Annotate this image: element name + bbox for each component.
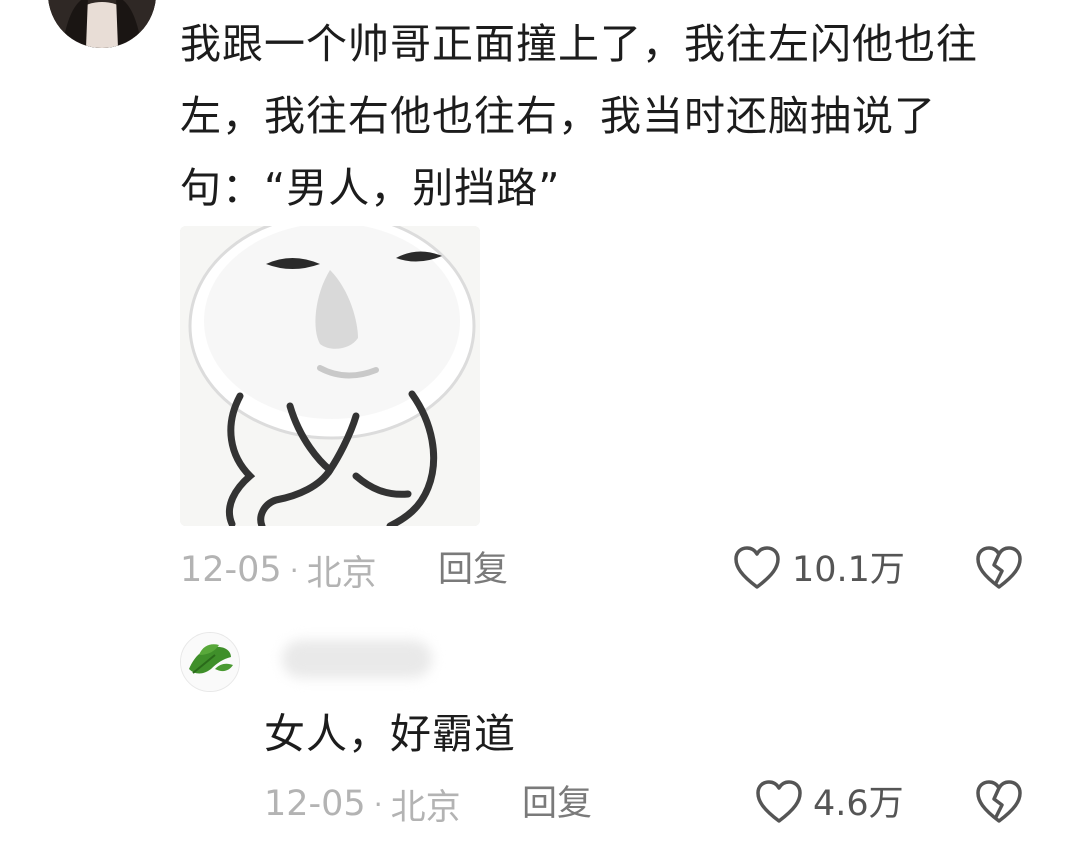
meta-separator: · [289,553,299,587]
comment-date: 12-05 [180,550,282,590]
comment-text: 我跟一个帅哥正面撞上了，我往左闪他也往左，我往右他也往右，我当时还脑抽说了句：“… [180,20,978,212]
commenter-avatar[interactable] [48,0,156,48]
reply-like-count: 4.6万 [813,784,904,824]
reply-text: 女人，好霸道 [264,710,516,758]
reply-button[interactable]: 回复 [438,546,508,594]
replier-name-blurred [282,640,432,678]
replier-avatar[interactable] [180,632,240,692]
broken-heart-icon[interactable] [975,545,1023,591]
meta-separator: · [373,787,383,821]
heart-outline-icon[interactable] [755,779,803,825]
comment-location: 北京 [306,553,377,594]
reply-reply-button[interactable]: 回复 [522,780,592,828]
comment-meta: 12-05 · 北京 [180,546,377,594]
reply-location: 北京 [390,787,461,828]
reply-meta: 12-05 · 北京 [264,780,461,828]
comment-image[interactable] [180,226,480,526]
heart-outline-icon[interactable] [733,545,781,591]
like-count: 10.1万 [792,550,905,590]
reply-date: 12-05 [264,784,366,824]
broken-heart-icon[interactable] [975,779,1023,825]
